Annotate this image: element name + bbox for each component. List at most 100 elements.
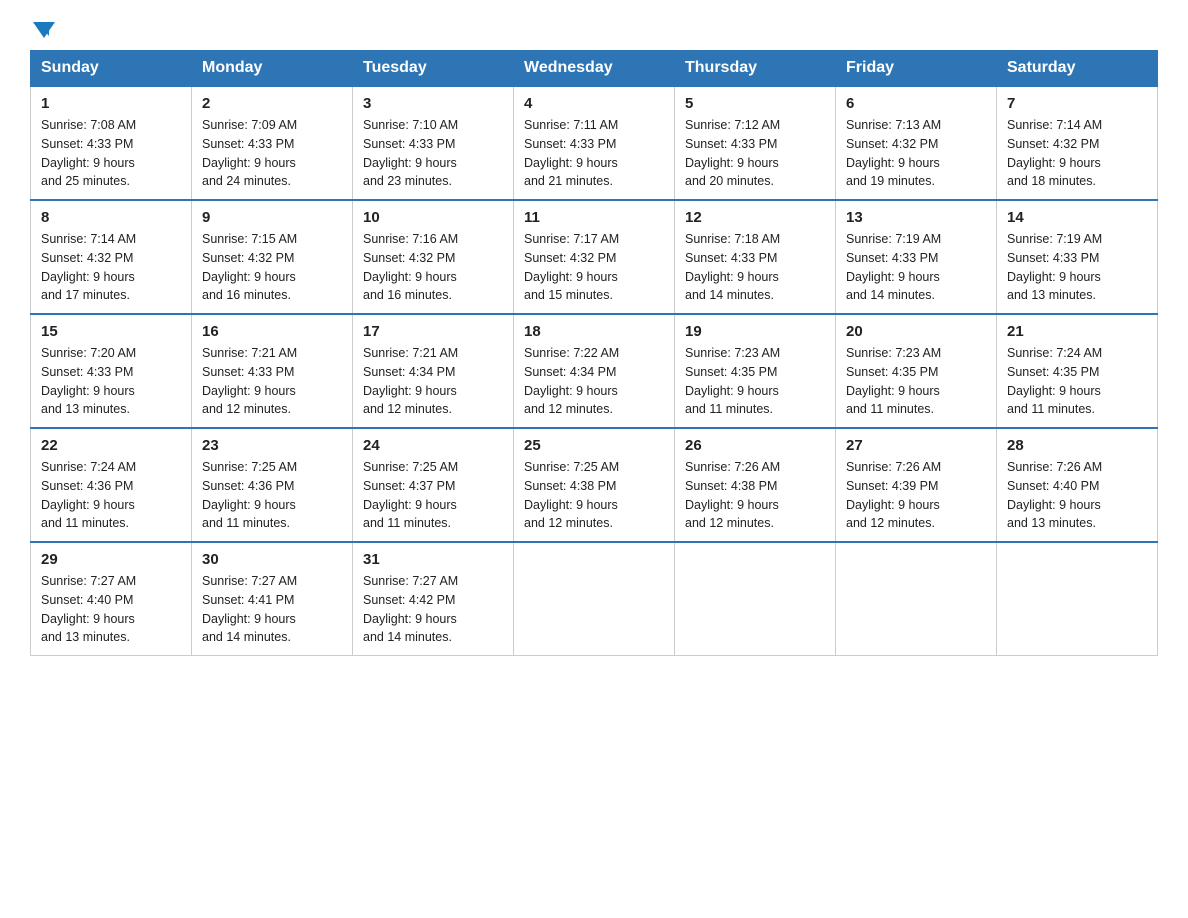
calendar-cell: 7 Sunrise: 7:14 AMSunset: 4:32 PMDayligh… [997,86,1158,200]
day-number: 12 [685,209,825,226]
day-number: 25 [524,437,664,454]
day-of-week-header: Friday [836,51,997,87]
calendar-cell [514,542,675,656]
day-info: Sunrise: 7:25 AMSunset: 4:36 PMDaylight:… [202,458,342,533]
day-number: 5 [685,95,825,112]
day-info: Sunrise: 7:09 AMSunset: 4:33 PMDaylight:… [202,116,342,191]
day-of-week-header: Monday [192,51,353,87]
calendar-week-row: 8 Sunrise: 7:14 AMSunset: 4:32 PMDayligh… [31,200,1158,314]
calendar-cell: 13 Sunrise: 7:19 AMSunset: 4:33 PMDaylig… [836,200,997,314]
calendar-cell: 24 Sunrise: 7:25 AMSunset: 4:37 PMDaylig… [353,428,514,542]
day-info: Sunrise: 7:15 AMSunset: 4:32 PMDaylight:… [202,230,342,305]
day-number: 14 [1007,209,1147,226]
day-info: Sunrise: 7:14 AMSunset: 4:32 PMDaylight:… [1007,116,1147,191]
calendar-cell: 21 Sunrise: 7:24 AMSunset: 4:35 PMDaylig… [997,314,1158,428]
calendar-cell: 18 Sunrise: 7:22 AMSunset: 4:34 PMDaylig… [514,314,675,428]
day-info: Sunrise: 7:27 AMSunset: 4:42 PMDaylight:… [363,572,503,647]
day-info: Sunrise: 7:18 AMSunset: 4:33 PMDaylight:… [685,230,825,305]
day-number: 9 [202,209,342,226]
day-of-week-header: Sunday [31,51,192,87]
day-number: 29 [41,551,181,568]
calendar-cell: 20 Sunrise: 7:23 AMSunset: 4:35 PMDaylig… [836,314,997,428]
day-info: Sunrise: 7:24 AMSunset: 4:36 PMDaylight:… [41,458,181,533]
day-number: 7 [1007,95,1147,112]
calendar-cell: 25 Sunrise: 7:25 AMSunset: 4:38 PMDaylig… [514,428,675,542]
day-info: Sunrise: 7:21 AMSunset: 4:33 PMDaylight:… [202,344,342,419]
day-info: Sunrise: 7:26 AMSunset: 4:39 PMDaylight:… [846,458,986,533]
day-number: 2 [202,95,342,112]
calendar-cell: 12 Sunrise: 7:18 AMSunset: 4:33 PMDaylig… [675,200,836,314]
day-of-week-header: Thursday [675,51,836,87]
day-number: 8 [41,209,181,226]
calendar-cell: 11 Sunrise: 7:17 AMSunset: 4:32 PMDaylig… [514,200,675,314]
day-number: 6 [846,95,986,112]
day-number: 28 [1007,437,1147,454]
day-number: 19 [685,323,825,340]
calendar-cell: 22 Sunrise: 7:24 AMSunset: 4:36 PMDaylig… [31,428,192,542]
day-number: 20 [846,323,986,340]
calendar-cell: 6 Sunrise: 7:13 AMSunset: 4:32 PMDayligh… [836,86,997,200]
day-number: 15 [41,323,181,340]
calendar-cell: 16 Sunrise: 7:21 AMSunset: 4:33 PMDaylig… [192,314,353,428]
day-number: 23 [202,437,342,454]
calendar-header: SundayMondayTuesdayWednesdayThursdayFrid… [31,51,1158,87]
day-of-week-header: Tuesday [353,51,514,87]
calendar-cell: 10 Sunrise: 7:16 AMSunset: 4:32 PMDaylig… [353,200,514,314]
day-info: Sunrise: 7:22 AMSunset: 4:34 PMDaylight:… [524,344,664,419]
calendar-cell [997,542,1158,656]
day-info: Sunrise: 7:27 AMSunset: 4:41 PMDaylight:… [202,572,342,647]
day-of-week-header: Wednesday [514,51,675,87]
day-info: Sunrise: 7:16 AMSunset: 4:32 PMDaylight:… [363,230,503,305]
day-of-week-header: Saturday [997,51,1158,87]
day-number: 4 [524,95,664,112]
day-info: Sunrise: 7:27 AMSunset: 4:40 PMDaylight:… [41,572,181,647]
day-number: 24 [363,437,503,454]
calendar-cell: 1 Sunrise: 7:08 AMSunset: 4:33 PMDayligh… [31,86,192,200]
calendar-week-row: 29 Sunrise: 7:27 AMSunset: 4:40 PMDaylig… [31,542,1158,656]
calendar-cell: 3 Sunrise: 7:10 AMSunset: 4:33 PMDayligh… [353,86,514,200]
day-info: Sunrise: 7:12 AMSunset: 4:33 PMDaylight:… [685,116,825,191]
logo-triangle-icon [33,20,55,40]
calendar-cell: 19 Sunrise: 7:23 AMSunset: 4:35 PMDaylig… [675,314,836,428]
calendar-week-row: 15 Sunrise: 7:20 AMSunset: 4:33 PMDaylig… [31,314,1158,428]
page-header [30,20,1158,40]
day-info: Sunrise: 7:26 AMSunset: 4:40 PMDaylight:… [1007,458,1147,533]
calendar-cell: 27 Sunrise: 7:26 AMSunset: 4:39 PMDaylig… [836,428,997,542]
calendar-cell: 23 Sunrise: 7:25 AMSunset: 4:36 PMDaylig… [192,428,353,542]
calendar-cell: 8 Sunrise: 7:14 AMSunset: 4:32 PMDayligh… [31,200,192,314]
day-number: 10 [363,209,503,226]
logo [30,20,55,40]
day-info: Sunrise: 7:19 AMSunset: 4:33 PMDaylight:… [846,230,986,305]
day-info: Sunrise: 7:25 AMSunset: 4:37 PMDaylight:… [363,458,503,533]
day-number: 27 [846,437,986,454]
day-info: Sunrise: 7:14 AMSunset: 4:32 PMDaylight:… [41,230,181,305]
day-number: 31 [363,551,503,568]
calendar-cell: 17 Sunrise: 7:21 AMSunset: 4:34 PMDaylig… [353,314,514,428]
calendar-cell: 14 Sunrise: 7:19 AMSunset: 4:33 PMDaylig… [997,200,1158,314]
calendar-cell: 15 Sunrise: 7:20 AMSunset: 4:33 PMDaylig… [31,314,192,428]
day-info: Sunrise: 7:13 AMSunset: 4:32 PMDaylight:… [846,116,986,191]
day-info: Sunrise: 7:23 AMSunset: 4:35 PMDaylight:… [685,344,825,419]
day-info: Sunrise: 7:11 AMSunset: 4:33 PMDaylight:… [524,116,664,191]
calendar-cell: 30 Sunrise: 7:27 AMSunset: 4:41 PMDaylig… [192,542,353,656]
calendar-cell: 26 Sunrise: 7:26 AMSunset: 4:38 PMDaylig… [675,428,836,542]
calendar-cell [836,542,997,656]
day-number: 13 [846,209,986,226]
day-number: 17 [363,323,503,340]
calendar-cell: 31 Sunrise: 7:27 AMSunset: 4:42 PMDaylig… [353,542,514,656]
day-number: 3 [363,95,503,112]
day-info: Sunrise: 7:26 AMSunset: 4:38 PMDaylight:… [685,458,825,533]
day-info: Sunrise: 7:21 AMSunset: 4:34 PMDaylight:… [363,344,503,419]
day-number: 11 [524,209,664,226]
day-number: 16 [202,323,342,340]
calendar-week-row: 22 Sunrise: 7:24 AMSunset: 4:36 PMDaylig… [31,428,1158,542]
day-number: 22 [41,437,181,454]
calendar-cell: 5 Sunrise: 7:12 AMSunset: 4:33 PMDayligh… [675,86,836,200]
calendar-cell: 29 Sunrise: 7:27 AMSunset: 4:40 PMDaylig… [31,542,192,656]
day-info: Sunrise: 7:19 AMSunset: 4:33 PMDaylight:… [1007,230,1147,305]
day-info: Sunrise: 7:24 AMSunset: 4:35 PMDaylight:… [1007,344,1147,419]
day-info: Sunrise: 7:20 AMSunset: 4:33 PMDaylight:… [41,344,181,419]
day-number: 26 [685,437,825,454]
calendar-table: SundayMondayTuesdayWednesdayThursdayFrid… [30,50,1158,656]
day-info: Sunrise: 7:25 AMSunset: 4:38 PMDaylight:… [524,458,664,533]
